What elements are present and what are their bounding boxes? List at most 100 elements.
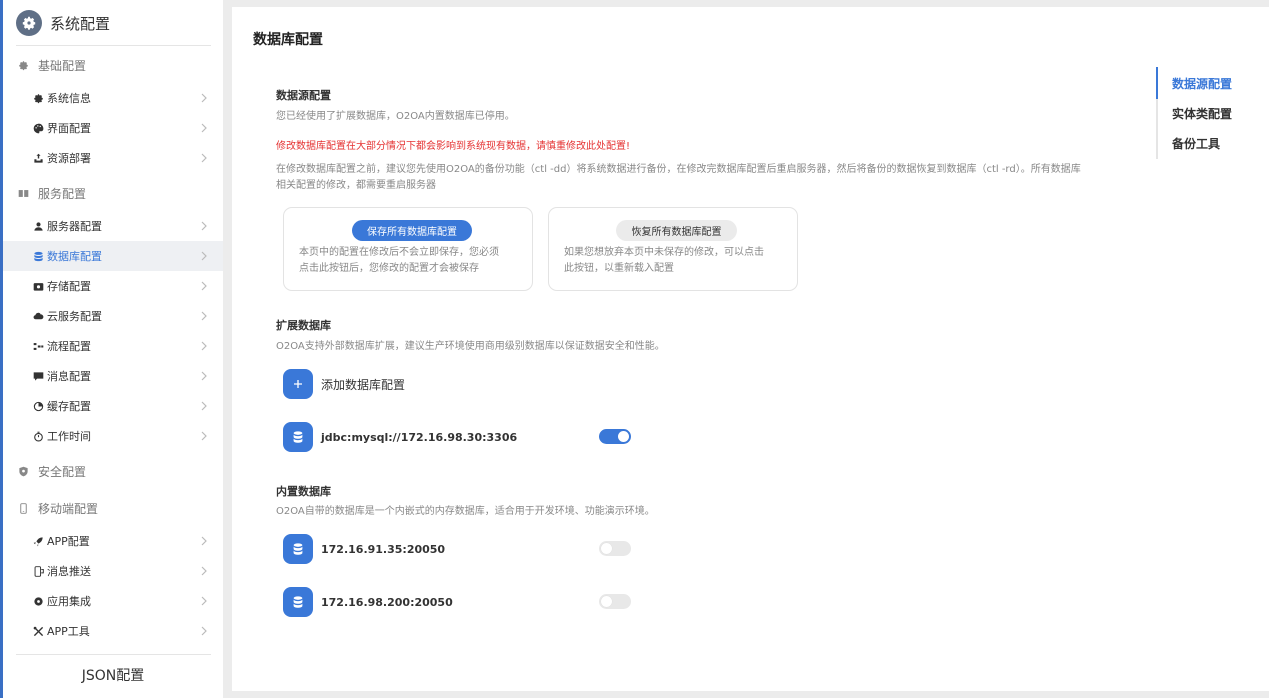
anchor-datasource-config[interactable]: 数据源配置 <box>1172 75 1232 92</box>
database-icon <box>283 422 313 452</box>
datasource-description: 在修改数据库配置之前，建议您先使用O2OA的备份功能（ctl -dd）将系统数据… <box>276 162 1136 194</box>
sidebar-header: 系统配置 <box>16 8 110 38</box>
chevron-right-icon <box>201 431 207 441</box>
section-mobile-config[interactable]: 移动端配置 <box>16 497 98 519</box>
sidebar-item-cache-config[interactable]: 缓存配置 <box>3 391 223 421</box>
add-database-label: 添加数据库配置 <box>321 377 406 392</box>
chevron-right-icon <box>201 221 207 231</box>
gear-icon <box>16 58 30 72</box>
description-line: 相关配置的修改，都需要重启服务器 <box>276 180 436 191</box>
sidebar-item-flow-config[interactable]: 流程配置 <box>3 331 223 361</box>
save-all-card: 保存所有数据库配置 本页中的配置在修改后不会立即保存，您必须 点击此按钮后，您修… <box>283 207 533 291</box>
page-title: 数据库配置 <box>253 32 323 48</box>
datasource-warning: 修改数据库配置在大部分情况下都会影响到系统现有数据，请慎重修改此处配置! <box>276 141 631 152</box>
sidebar-item-app-config[interactable]: APP配置 <box>3 526 223 556</box>
cloud-icon <box>32 310 44 322</box>
chevron-right-icon <box>201 251 207 261</box>
chevron-right-icon <box>201 596 207 606</box>
add-database-button[interactable] <box>283 369 313 399</box>
save-all-button[interactable]: 保存所有数据库配置 <box>352 220 472 241</box>
database-icon <box>32 250 44 262</box>
storage-icon <box>32 280 44 292</box>
description-line: 此按钮，以重新载入配置 <box>564 263 674 274</box>
sidebar-item-label: 服务器配置 <box>47 220 102 233</box>
chevron-right-icon <box>201 341 207 351</box>
section-label: 安全配置 <box>38 464 87 479</box>
sidebar-item-server-config[interactable]: 服务器配置 <box>3 211 223 241</box>
sidebar-item-label: 系统信息 <box>47 92 91 105</box>
save-card-description: 本页中的配置在修改后不会立即保存，您必须 点击此按钮后，您修改的配置才会被保存 <box>299 245 499 277</box>
sidebar-item-message-push[interactable]: 消息推送 <box>3 556 223 586</box>
section-label: 服务配置 <box>38 186 87 201</box>
anchor-backup-tools[interactable]: 备份工具 <box>1172 135 1220 152</box>
chevron-right-icon <box>201 311 207 321</box>
sidebar-item-storage-config[interactable]: 存储配置 <box>3 271 223 301</box>
gear-icon <box>32 92 44 104</box>
section-security-config[interactable]: 安全配置 <box>16 460 86 482</box>
sidebar-item-label: 流程配置 <box>47 340 91 353</box>
sidebar-item-app-integration[interactable]: 应用集成 <box>3 586 223 616</box>
description-line: 在修改数据库配置之前，建议您先使用O2OA的备份功能（ctl -dd）将系统数据… <box>276 164 1081 175</box>
external-db-heading: 扩展数据库 <box>276 319 331 332</box>
chevron-right-icon <box>201 371 207 381</box>
restore-all-card: 恢复所有数据库配置 如果您想放弃本页中未保存的修改，可以点击 此按钮，以重新载入… <box>548 207 798 291</box>
sidebar-item-app-tools[interactable]: APP工具 <box>3 616 223 646</box>
sidebar-item-label: 资源部署 <box>47 152 91 165</box>
anchor-entity-config[interactable]: 实体类配置 <box>1172 105 1232 122</box>
sidebar-item-label: 数据库配置 <box>47 250 102 263</box>
main-panel: 数据库配置 数据源配置 您已经使用了扩展数据库，O2OA内置数据库已停用。 修改… <box>232 7 1269 691</box>
sidebar-item-label: APP配置 <box>47 535 90 548</box>
tools-icon <box>32 625 44 637</box>
toggle-knob <box>601 596 612 607</box>
settings-gear-icon <box>16 10 42 36</box>
chevron-right-icon <box>201 153 207 163</box>
sidebar-divider <box>16 45 211 46</box>
sidebar-item-system-info[interactable]: 系统信息 <box>3 83 223 113</box>
page-anchor-nav: 数据源配置 实体类配置 备份工具 <box>1156 67 1269 159</box>
server-icon <box>16 186 30 200</box>
sidebar-item-label: 消息推送 <box>47 565 91 578</box>
chevron-right-icon <box>201 536 207 546</box>
sidebar-item-label: 存储配置 <box>47 280 91 293</box>
sidebar-item-label: 云服务配置 <box>47 310 102 323</box>
database-name: jdbc:mysql://172.16.98.30:3306 <box>321 430 518 444</box>
sidebar-item-work-time[interactable]: 工作时间 <box>3 421 223 451</box>
chevron-right-icon <box>201 93 207 103</box>
push-icon <box>32 565 44 577</box>
json-config-button[interactable]: JSON配置 <box>3 665 223 685</box>
builtin-db-description: O2OA自带的数据库是一个内嵌式的内存数据库，适合用于开发环境、功能演示环境。 <box>276 506 655 517</box>
sidebar-item-database-config[interactable]: 数据库配置 <box>3 241 223 271</box>
restore-all-button[interactable]: 恢复所有数据库配置 <box>616 220 737 241</box>
sidebar-divider <box>16 654 211 655</box>
toggle-knob <box>618 431 629 442</box>
external-db-toggle[interactable] <box>599 429 631 444</box>
builtin-db-toggle[interactable] <box>599 541 631 556</box>
mobile-icon <box>16 501 30 515</box>
pie-icon <box>32 400 44 412</box>
section-basic-config[interactable]: 基础配置 <box>16 54 86 76</box>
database-icon <box>283 587 313 617</box>
builtin-db-heading: 内置数据库 <box>276 485 331 498</box>
sidebar-item-ui-config[interactable]: 界面配置 <box>3 113 223 143</box>
section-label: 基础配置 <box>38 58 87 73</box>
section-label: 移动端配置 <box>38 501 99 516</box>
datasource-heading: 数据源配置 <box>276 89 331 102</box>
sidebar-title: 系统配置 <box>50 14 111 33</box>
database-icon <box>283 534 313 564</box>
restore-card-description: 如果您想放弃本页中未保存的修改，可以点击 此按钮，以重新载入配置 <box>564 245 764 277</box>
description-line: 本页中的配置在修改后不会立即保存，您必须 <box>299 247 499 258</box>
database-name: 172.16.91.35:20050 <box>321 542 446 556</box>
circle-icon <box>32 595 44 607</box>
sidebar-item-cloud-config[interactable]: 云服务配置 <box>3 301 223 331</box>
rocket-icon <box>32 535 44 547</box>
builtin-db-toggle[interactable] <box>599 594 631 609</box>
sidebar-item-resource-deploy[interactable]: 资源部署 <box>3 143 223 173</box>
description-line: 点击此按钮后，您修改的配置才会被保存 <box>299 263 479 274</box>
sidebar-item-message-config[interactable]: 消息配置 <box>3 361 223 391</box>
sidebar: 系统配置 基础配置 系统信息 界面配置 资源部署 服务配置 服务器配置 数据库配… <box>3 0 223 698</box>
chevron-right-icon <box>201 281 207 291</box>
plus-icon <box>294 380 302 388</box>
chevron-right-icon <box>201 626 207 636</box>
chevron-right-icon <box>201 123 207 133</box>
section-service-config[interactable]: 服务配置 <box>16 182 86 204</box>
